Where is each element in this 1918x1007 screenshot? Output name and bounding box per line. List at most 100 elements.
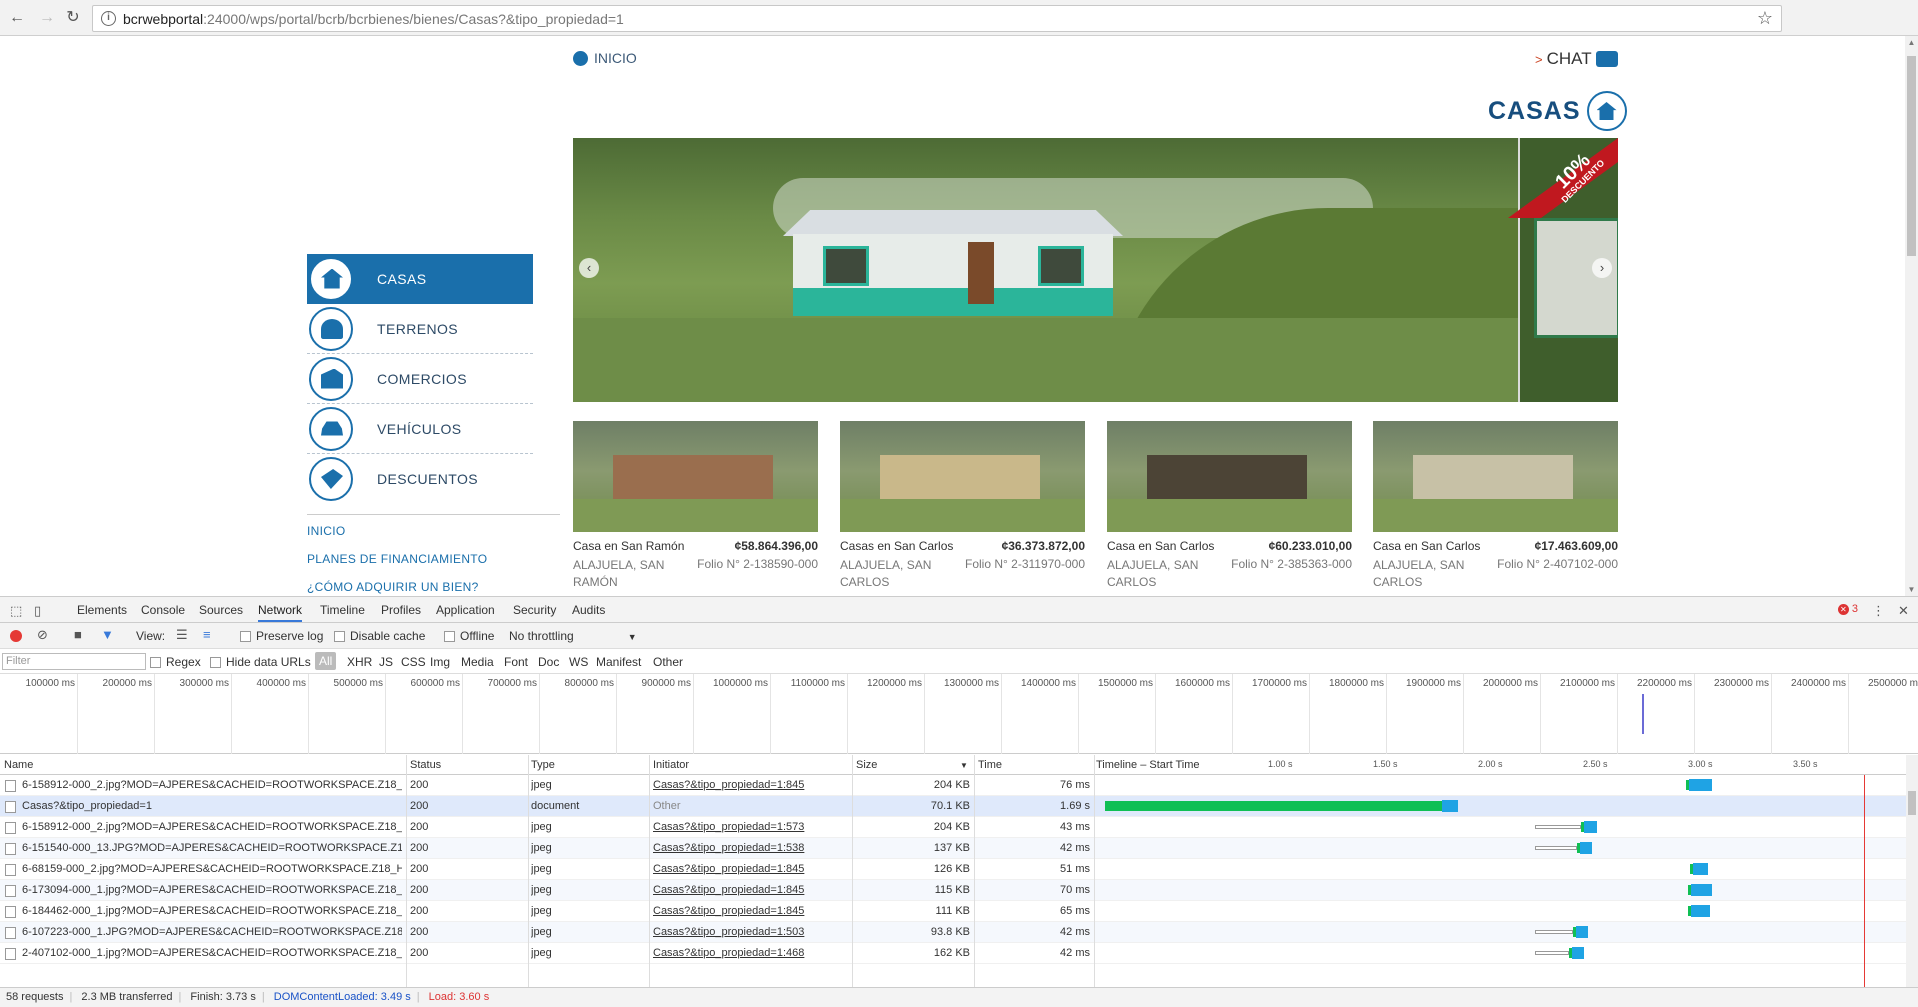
cell-initiator[interactable]: Casas?&tipo_propiedad=1:538 [653,842,848,854]
menu-item-vehiculos[interactable]: VEHÍCULOS [307,404,533,454]
back-icon[interactable]: ← [6,7,28,29]
property-photo[interactable] [840,421,1085,532]
cell-initiator[interactable]: Casas?&tipo_propiedad=1:845 [653,779,848,791]
table-row[interactable]: 6-173094-000_1.jpg?MOD=AJPERES&CACHEID=R… [0,880,1918,901]
waterfall-view-icon[interactable]: ≡ [203,627,211,642]
property-card[interactable]: Casa en San Ramón ¢58.864.396,00 ALAJUELA… [573,421,818,591]
link-como-adquirir[interactable]: ¿CÓMO ADQUIRIR UN BIEN? [307,579,533,596]
requests-scrollbar[interactable] [1906,755,1918,987]
menu-item-descuentos[interactable]: DESCUENTOS [307,454,533,504]
breadcrumb[interactable]: INICIO [573,50,637,66]
property-photo[interactable] [1373,421,1618,532]
carousel-next-icon[interactable]: › [1592,258,1612,278]
col-type[interactable]: Type [531,759,555,771]
inspect-element-icon[interactable]: ⬚ [10,603,22,619]
table-row[interactable]: 2-407102-000_1.jpg?MOD=AJPERES&CACHEID=R… [0,943,1918,964]
col-initiator[interactable]: Initiator [653,759,689,771]
network-overview[interactable]: 100000 ms 200000 ms 300000 ms 400000 ms 5000… [0,674,1918,754]
tab-security[interactable]: Security [513,603,556,617]
scroll-down-icon[interactable]: ▼ [1907,585,1916,594]
table-row[interactable]: 6-184462-000_1.jpg?MOD=AJPERES&CACHEID=R… [0,901,1918,922]
col-status[interactable]: Status [410,759,441,771]
page-scroll-thumb[interactable] [1907,56,1916,256]
tab-audits[interactable]: Audits [572,603,605,617]
regex-checkbox[interactable]: Regex [150,655,201,669]
tab-sources[interactable]: Sources [199,603,243,617]
tab-application[interactable]: Application [436,603,495,617]
property-card[interactable]: Casa en San Carlos ¢60.233.010,00 ALAJUEL… [1107,421,1352,591]
cell-initiator[interactable]: Casas?&tipo_propiedad=1:845 [653,884,848,896]
hide-data-urls-checkbox[interactable]: Hide data URLs [210,655,311,669]
cell-initiator[interactable]: Casas?&tipo_propiedad=1:573 [653,821,848,833]
url-text[interactable]: bcrwebportal:24000/wps/portal/bcrb/bcrbi… [123,11,624,27]
cell-initiator[interactable]: Casas?&tipo_propiedad=1:845 [653,905,848,917]
tab-network[interactable]: Network [258,603,303,622]
filter-type-manifest[interactable]: Manifest [596,655,641,669]
tab-profiles[interactable]: Profiles [381,603,421,617]
filter-type-ws[interactable]: WS [569,655,588,669]
filter-type-other[interactable]: Other [653,655,683,669]
capture-screenshots-icon[interactable]: ■ [74,627,82,642]
device-toggle-icon[interactable]: ▯ [34,603,41,619]
more-options-icon[interactable]: ⋮ [1872,603,1885,619]
info-icon[interactable]: i [101,11,116,26]
forward-icon[interactable]: → [36,7,58,29]
large-rows-icon[interactable]: ☰ [176,627,188,643]
error-counter[interactable]: ✕ 3 [1837,603,1858,615]
scroll-up-icon[interactable]: ▲ [1907,38,1916,47]
filter-icon[interactable]: ▼ [101,627,114,642]
link-planes-financiamiento[interactable]: PLANES DE FINANCIAMIENTO [307,551,533,579]
cell-initiator[interactable]: Casas?&tipo_propiedad=1:468 [653,947,848,959]
disable-cache-checkbox[interactable]: Disable cache [334,629,425,643]
property-photo[interactable] [1107,421,1352,532]
filter-input[interactable]: Filter [2,653,146,670]
table-row[interactable]: 6-107223-000_1.JPG?MOD=AJPERES&CACHEID=R… [0,922,1918,943]
tab-console[interactable]: Console [141,603,185,617]
menu-item-comercios[interactable]: COMERCIOS [307,354,533,404]
preserve-log-checkbox[interactable]: Preserve log [240,629,323,643]
col-size[interactable]: Size [856,759,877,771]
filter-type-xhr[interactable]: XHR [347,655,372,669]
link-inicio[interactable]: INICIO [307,523,533,551]
overview-tick: 600000 ms [411,674,463,754]
chat-link[interactable]: > CHAT [1535,49,1618,69]
filter-type-img[interactable]: Img [430,655,450,669]
col-name[interactable]: Name [4,759,33,771]
throttling-select[interactable]: No throttling ▼ [509,629,637,643]
filter-type-media[interactable]: Media [461,655,494,669]
filter-type-css[interactable]: CSS [401,655,426,669]
waterfall-queue-bar [1535,825,1582,829]
close-devtools-icon[interactable]: ✕ [1898,603,1909,619]
col-time[interactable]: Time [978,759,1002,771]
table-row[interactable]: Casas?&tipo_propiedad=1 200 document Other 7… [0,796,1918,817]
carousel-prev-icon[interactable]: ‹ [579,258,599,278]
property-card[interactable]: Casa en San Carlos ¢17.463.609,00 ALAJUEL… [1373,421,1618,591]
table-row[interactable]: 6-158912-000_2.jpg?MOD=AJPERES&CACHEID=R… [0,775,1918,796]
property-card[interactable]: Casas en San Carlos ¢36.373.872,00 ALAJUE… [840,421,1085,591]
filter-type-all[interactable]: All [315,652,337,670]
col-timeline[interactable]: Timeline – Start Time [1096,759,1200,771]
filter-type-js[interactable]: JS [379,655,393,669]
record-icon[interactable] [10,630,22,642]
hero-carousel[interactable]: 10% DESCUENTO ‹ › [573,138,1618,402]
requests-scroll-thumb[interactable] [1908,791,1916,815]
cell-initiator[interactable]: Casas?&tipo_propiedad=1:845 [653,863,848,875]
bookmark-star-icon[interactable]: ☆ [1757,8,1773,29]
filter-type-doc[interactable]: Doc [538,655,559,669]
table-row[interactable]: 6-68159-000_2.jpg?MOD=AJPERES&CACHEID=RO… [0,859,1918,880]
page-scrollbar[interactable]: ▲ ▼ [1905,36,1918,596]
offline-checkbox[interactable]: Offline [444,629,494,643]
menu-item-terrenos[interactable]: TERRENOS [307,304,533,354]
filter-type-font[interactable]: Font [504,655,528,669]
reload-icon[interactable]: ↻ [62,7,84,29]
tab-elements[interactable]: Elements [77,603,127,617]
address-bar[interactable]: i bcrwebportal:24000/wps/portal/bcrb/bcr… [92,5,1782,32]
tab-timeline[interactable]: Timeline [320,603,365,617]
table-row[interactable]: 6-158912-000_2.jpg?MOD=AJPERES&CACHEID=R… [0,817,1918,838]
menu-item-casas[interactable]: CASAS [307,254,533,304]
cell-initiator[interactable]: Casas?&tipo_propiedad=1:503 [653,926,848,938]
property-photo[interactable] [573,421,818,532]
breadcrumb-inicio[interactable]: INICIO [594,50,637,66]
table-row[interactable]: 6-151540-000_13.JPG?MOD=AJPERES&CACHEID=… [0,838,1918,859]
clear-icon[interactable]: ⊘ [37,627,48,643]
